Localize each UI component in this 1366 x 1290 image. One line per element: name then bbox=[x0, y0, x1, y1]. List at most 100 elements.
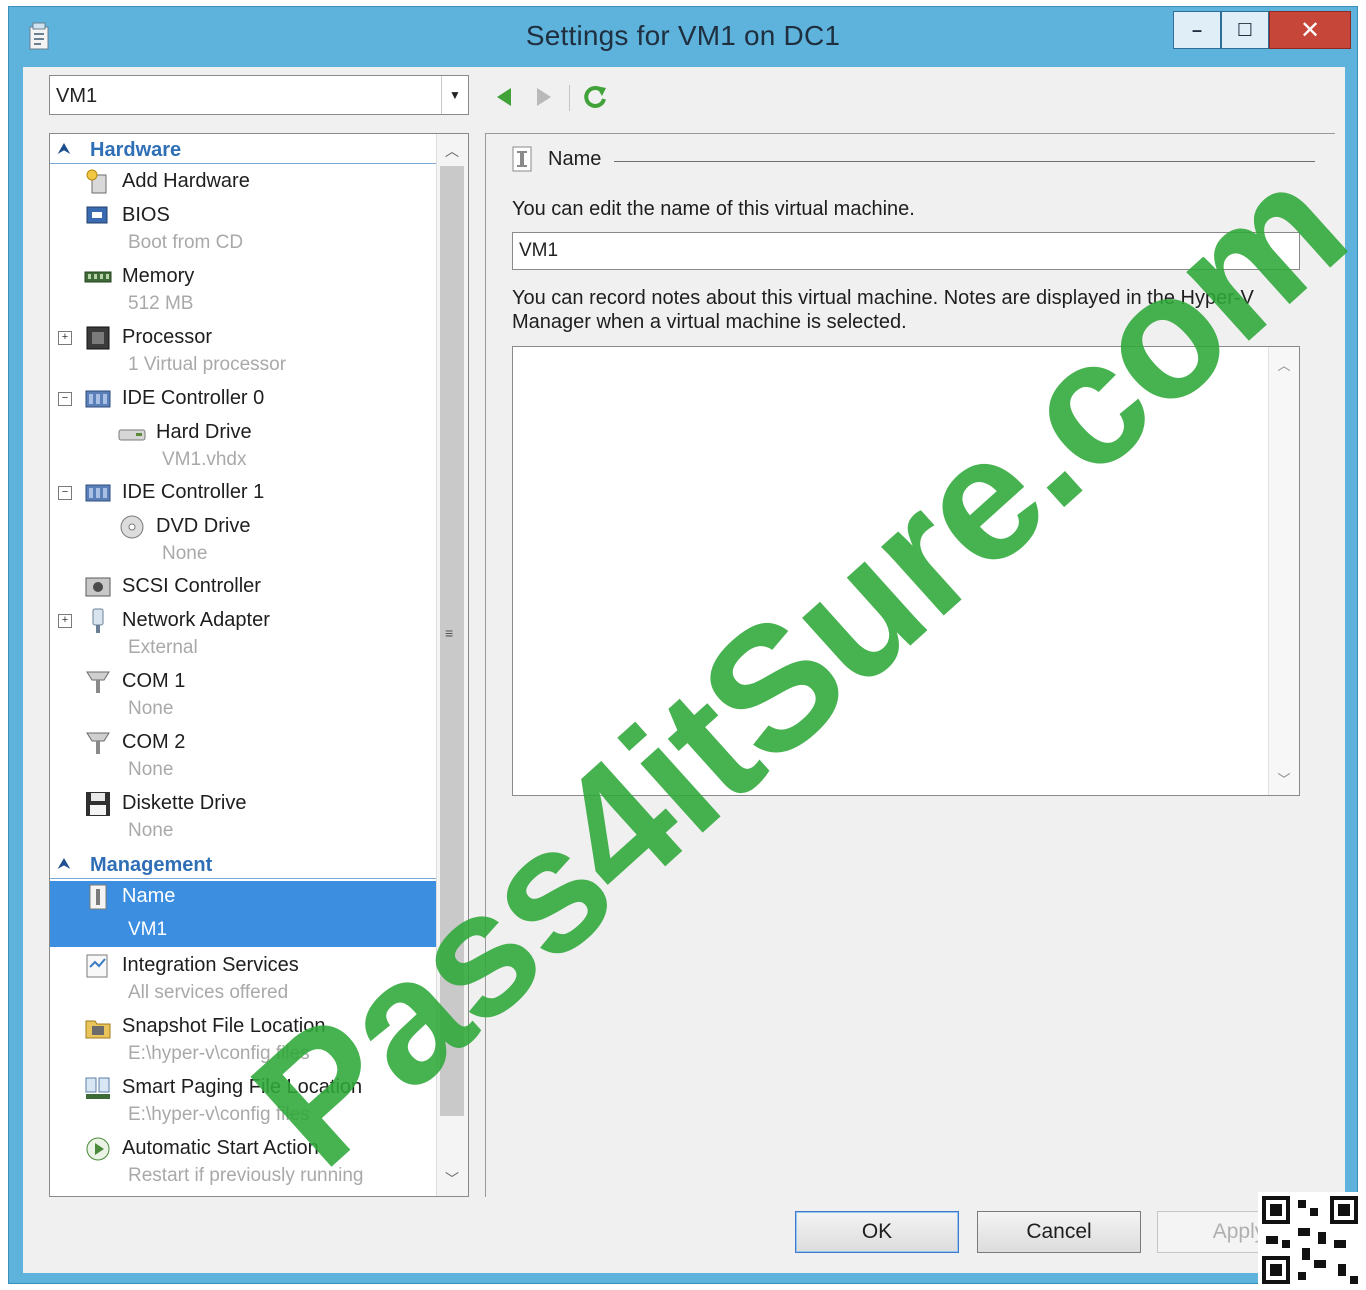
tree-item-detail: 1 Virtual processor bbox=[128, 354, 287, 375]
integration-services-icon bbox=[86, 954, 108, 978]
tree-item-label: Add Hardware bbox=[122, 170, 250, 192]
com-port-icon bbox=[86, 671, 110, 693]
tree-item-detail: 512 MB bbox=[128, 293, 194, 314]
memory-icon bbox=[84, 271, 112, 283]
tree-item-name[interactable]: Name VM1 bbox=[50, 881, 436, 947]
section-title: Name bbox=[548, 148, 602, 170]
tree-item-memory[interactable]: Memory 512 MB bbox=[50, 261, 436, 317]
vm-selector-dropdown[interactable]: VM1 ▼ bbox=[49, 75, 469, 115]
network-adapter-icon bbox=[92, 608, 104, 633]
ok-button[interactable]: OK bbox=[795, 1211, 959, 1253]
tree-item-detail: E:\hyper-v\config files bbox=[128, 1104, 310, 1125]
forward-arrow-icon[interactable] bbox=[533, 85, 555, 109]
toolbar-separator bbox=[569, 85, 570, 111]
tree-item-detail: External bbox=[128, 637, 198, 658]
com-port-icon bbox=[86, 732, 110, 754]
notes-description: You can record notes about this virtual … bbox=[512, 287, 1254, 333]
collapse-chevron-icon[interactable]: ⮝ bbox=[58, 855, 70, 872]
tree-item-label: IDE Controller 1 bbox=[122, 481, 265, 503]
tree-item-bios[interactable]: BIOS Boot from CD bbox=[50, 200, 436, 256]
tree-item-detail: VM1 bbox=[128, 919, 168, 940]
refresh-icon[interactable] bbox=[581, 85, 609, 109]
tree-item-label: COM 2 bbox=[122, 731, 186, 753]
tree-item-label: Integration Services bbox=[122, 954, 299, 976]
tree-item-label: Snapshot File Location bbox=[122, 1015, 326, 1037]
tree-item-detail: None bbox=[162, 543, 208, 564]
tree-item-com-1[interactable]: COM 1 None bbox=[50, 666, 436, 722]
settings-window: Settings for VM1 on DC1 – ☐ ✕ VM1 ▼ ⮝ Ha… bbox=[8, 6, 1358, 1284]
collapse-icon[interactable]: − bbox=[58, 486, 72, 500]
tree-item-com-2[interactable]: COM 2 None bbox=[50, 727, 436, 783]
tree-item-label: Name bbox=[122, 885, 176, 907]
scrollbar-thumb[interactable] bbox=[440, 166, 464, 1116]
ide-controller-icon bbox=[85, 484, 111, 502]
category-divider bbox=[50, 163, 436, 164]
minimize-button[interactable]: – bbox=[1173, 11, 1221, 49]
tree-item-smart-paging-file-location[interactable]: Smart Paging File Location E:\hyper-v\co… bbox=[50, 1072, 436, 1128]
name-icon bbox=[89, 884, 107, 910]
tree-item-detail: None bbox=[128, 698, 174, 719]
tree-item-label: Processor bbox=[122, 326, 213, 348]
tree-item-integration-services[interactable]: Integration Services All services offere… bbox=[50, 950, 436, 1006]
title-bar[interactable]: Settings for VM1 on DC1 – ☐ ✕ bbox=[9, 7, 1357, 67]
diskette-drive-icon bbox=[86, 792, 110, 816]
tree-item-dvd-drive[interactable]: DVD Drive None bbox=[50, 511, 436, 567]
back-arrow-icon[interactable] bbox=[493, 85, 515, 109]
dvd-drive-icon bbox=[120, 515, 144, 539]
cancel-button[interactable]: Cancel bbox=[977, 1211, 1141, 1253]
tree-item-scsi-controller[interactable]: SCSI Controller bbox=[50, 571, 436, 605]
settings-tree-list: ⮝ Hardware Add Hardware BIOS Boot from C… bbox=[50, 134, 436, 1196]
processor-icon bbox=[86, 326, 110, 350]
snapshot-location-icon bbox=[85, 1020, 111, 1039]
collapse-icon[interactable]: − bbox=[58, 392, 72, 406]
vm-selector-value: VM1 bbox=[56, 85, 98, 107]
vm-name-input[interactable] bbox=[512, 232, 1300, 270]
tree-item-add-hardware[interactable]: Add Hardware bbox=[50, 166, 436, 200]
tree-item-label: COM 1 bbox=[122, 670, 186, 692]
tree-item-detail: None bbox=[128, 759, 174, 780]
category-label: Management bbox=[90, 854, 213, 876]
window-controls: – ☐ ✕ bbox=[1173, 11, 1351, 51]
tree-item-ide-controller-0[interactable]: − IDE Controller 0 bbox=[50, 383, 436, 417]
settings-tree: ⮝ Hardware Add Hardware BIOS Boot from C… bbox=[49, 133, 469, 1197]
category-label: Hardware bbox=[90, 139, 182, 161]
tree-item-detail: Boot from CD bbox=[128, 232, 244, 253]
expand-icon[interactable]: + bbox=[58, 614, 72, 628]
scroll-grip-icon: ≡ bbox=[445, 625, 454, 641]
maximize-button[interactable]: ☐ bbox=[1221, 11, 1269, 49]
window-title: Settings for VM1 on DC1 bbox=[525, 20, 841, 51]
tree-item-automatic-start-action[interactable]: Automatic Start Action Restart if previo… bbox=[50, 1133, 436, 1189]
tree-item-detail: VM1.vhdx bbox=[162, 449, 247, 470]
tree-item-detail: E:\hyper-v\config files bbox=[128, 1043, 310, 1064]
tree-item-label: Diskette Drive bbox=[122, 792, 247, 814]
settings-detail-panel: Name You can edit the name of this virtu… bbox=[485, 133, 1335, 1197]
tree-item-label: SCSI Controller bbox=[122, 575, 261, 597]
tree-item-hard-drive[interactable]: Hard Drive VM1.vhdx bbox=[50, 417, 436, 473]
scroll-up-icon[interactable]: ︿ bbox=[437, 136, 467, 166]
notes-textarea[interactable]: ︿ ﹀ bbox=[512, 346, 1300, 796]
hard-drive-icon bbox=[118, 429, 146, 441]
scroll-up-icon[interactable]: ︿ bbox=[1269, 349, 1299, 379]
chevron-down-icon[interactable]: ▼ bbox=[441, 76, 468, 114]
tree-item-network-adapter[interactable]: + Network Adapter External bbox=[50, 605, 436, 661]
tree-item-processor[interactable]: + Processor 1 Virtual processor bbox=[50, 322, 436, 378]
tree-item-label: Memory bbox=[122, 265, 195, 287]
smart-paging-icon bbox=[85, 1077, 110, 1099]
category-hardware[interactable]: ⮝ Hardware bbox=[50, 134, 436, 164]
tree-item-ide-controller-1[interactable]: − IDE Controller 1 bbox=[50, 477, 436, 511]
tree-item-snapshot-file-location[interactable]: Snapshot File Location E:\hyper-v\config… bbox=[50, 1011, 436, 1067]
ide-controller-icon bbox=[85, 390, 111, 408]
expand-icon[interactable]: + bbox=[58, 331, 72, 345]
tree-scrollbar[interactable]: ︿ ≡ ﹀ bbox=[436, 134, 468, 1196]
scroll-down-icon[interactable]: ﹀ bbox=[1269, 763, 1299, 793]
add-hardware-icon bbox=[86, 169, 107, 194]
notes-scrollbar[interactable]: ︿ ﹀ bbox=[1268, 347, 1299, 795]
automatic-start-icon bbox=[86, 1137, 110, 1161]
close-button[interactable]: ✕ bbox=[1269, 11, 1351, 49]
scroll-down-icon[interactable]: ﹀ bbox=[437, 1164, 467, 1194]
tree-item-detail: None bbox=[128, 820, 174, 841]
tree-item-diskette-drive[interactable]: Diskette Drive None bbox=[50, 788, 436, 844]
collapse-chevron-icon[interactable]: ⮝ bbox=[58, 140, 70, 157]
category-management[interactable]: ⮝ Management bbox=[50, 849, 436, 879]
bios-icon bbox=[86, 206, 108, 224]
